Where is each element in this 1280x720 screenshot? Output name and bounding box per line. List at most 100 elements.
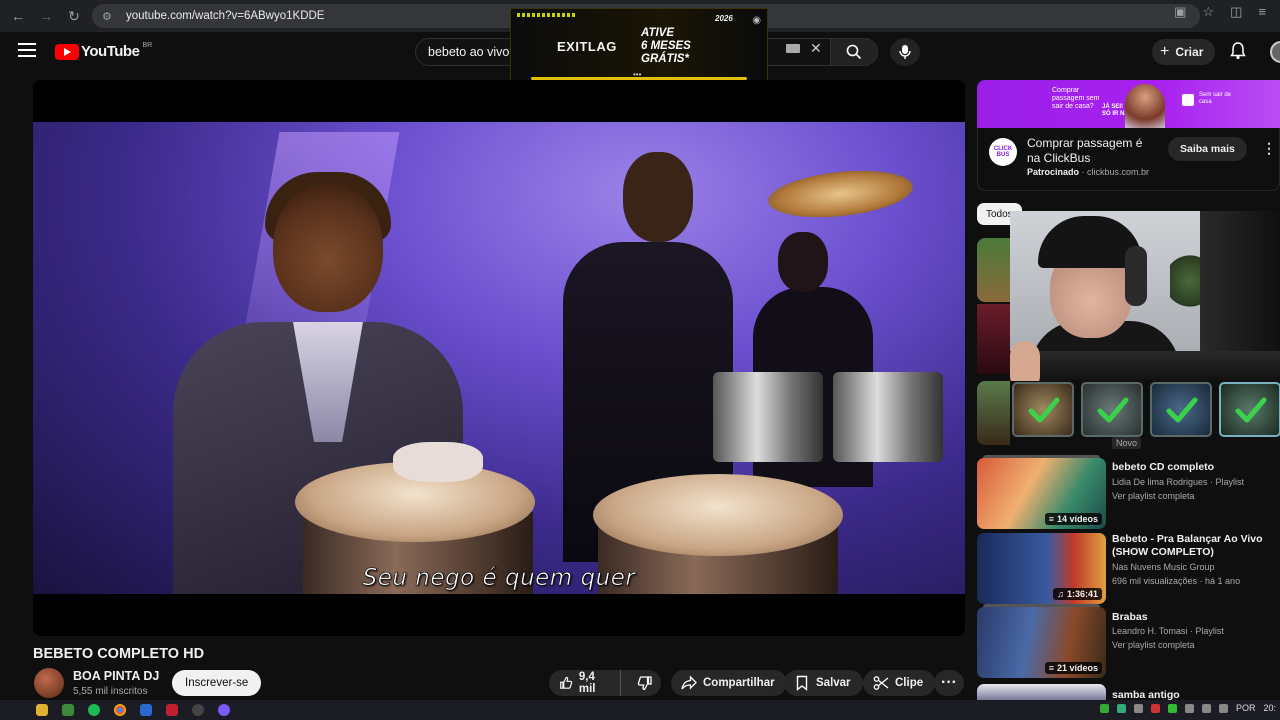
keyboard-icon[interactable] bbox=[786, 44, 800, 53]
notifications-button[interactable] bbox=[1230, 42, 1246, 65]
more-horizontal-icon: ··· bbox=[941, 674, 957, 691]
recommendation-thumbnail-partial[interactable] bbox=[977, 304, 1010, 374]
language-indicator[interactable]: POR bbox=[1236, 703, 1256, 713]
stream-checkmark-overlay bbox=[1012, 382, 1280, 437]
tray-icon[interactable] bbox=[1150, 703, 1160, 713]
video-player[interactable]: Seu nego é quem quer bbox=[33, 80, 965, 636]
badge-text: 1:36:41 bbox=[1066, 589, 1098, 599]
bell-icon bbox=[1230, 42, 1246, 60]
bookmark-star-icon[interactable]: ☆ bbox=[1202, 4, 1214, 20]
cymbal bbox=[766, 164, 915, 224]
file-explorer-icon[interactable] bbox=[36, 704, 48, 716]
like-button[interactable]: 9,4 mil bbox=[549, 670, 621, 696]
recommendation-stats: 696 mil visualizações · há 1 ano bbox=[1112, 576, 1241, 586]
spotify-icon[interactable] bbox=[88, 704, 100, 716]
sponsor-title[interactable]: Comprar passagem é na ClickBus bbox=[1027, 136, 1157, 166]
like-dislike-group: 9,4 mil bbox=[549, 670, 661, 696]
chip-label: Todos bbox=[986, 208, 1013, 220]
hand bbox=[393, 442, 483, 482]
chrome-icon[interactable] bbox=[114, 704, 126, 716]
forward-icon[interactable]: → bbox=[32, 2, 60, 30]
checkmark-icon bbox=[1166, 397, 1198, 423]
recommendation-title[interactable]: bebeto CD completo bbox=[1112, 461, 1272, 474]
install-app-icon[interactable]: ▣ bbox=[1174, 4, 1186, 20]
sponsor-card[interactable]: CLICK BUS Comprar passagem é na ClickBus… bbox=[977, 128, 1280, 191]
account-avatar[interactable] bbox=[1270, 41, 1280, 63]
recommendation-thumbnail[interactable] bbox=[977, 684, 1106, 700]
video-frame: Seu nego é quem quer bbox=[33, 122, 965, 594]
url-text: youtube.com/watch?v=6ABwyo1KDDE bbox=[126, 10, 325, 22]
recommendation-thumbnail[interactable]: ≡ 14 vídeos bbox=[977, 458, 1106, 529]
more-actions-button[interactable]: ··· bbox=[934, 670, 964, 696]
streamer-webcam-overlay bbox=[1010, 211, 1280, 381]
create-button[interactable]: + Criar bbox=[1152, 39, 1216, 65]
exitlag-ad-overlay[interactable]: 2026 ◉ EXITLAG ATIVE 6 MESES GRÁTIS* ••• bbox=[510, 8, 768, 81]
ad-settings-icon[interactable]: ◉ bbox=[752, 15, 761, 26]
badge-text: 14 vídeos bbox=[1056, 514, 1098, 524]
reading-list-icon[interactable]: ≡ bbox=[1258, 4, 1266, 20]
checkmark-tile bbox=[1150, 382, 1212, 437]
thumbs-down-icon bbox=[637, 676, 652, 691]
ad-offer-line3: GRÁTIS* bbox=[641, 53, 689, 65]
app-icon[interactable] bbox=[62, 704, 74, 716]
tray-icon[interactable] bbox=[1184, 703, 1194, 713]
save-label: Salvar bbox=[816, 677, 851, 689]
search-button[interactable] bbox=[830, 38, 878, 66]
learn-more-label: Saiba mais bbox=[1180, 143, 1235, 155]
volume-icon[interactable] bbox=[1218, 703, 1228, 713]
playlist-count-badge: ≡ 21 vídeos bbox=[1044, 662, 1102, 674]
site-settings-icon[interactable]: ⚙ bbox=[102, 10, 118, 23]
save-button[interactable]: Salvar bbox=[784, 670, 863, 696]
clip-button[interactable]: Clipe bbox=[863, 670, 936, 696]
recommendation-channel: Leandro H. Tomasi · Playlist bbox=[1112, 626, 1224, 636]
ad-year: 2026 bbox=[715, 14, 733, 23]
share-icon bbox=[681, 675, 697, 690]
share-button[interactable]: Compartilhar bbox=[671, 670, 787, 696]
plus-icon: + bbox=[1160, 43, 1170, 60]
recommendation-thumbnail[interactable]: ♫ 1:36:41 bbox=[977, 533, 1106, 604]
banner-model-image bbox=[1125, 84, 1165, 128]
reload-icon[interactable]: ↻ bbox=[60, 2, 88, 30]
view-playlist-link[interactable]: Ver playlist completa bbox=[1112, 490, 1195, 503]
subscribe-button[interactable]: Inscrever-se bbox=[172, 670, 262, 696]
obs-icon[interactable] bbox=[192, 704, 204, 716]
learn-more-button[interactable]: Saiba mais bbox=[1168, 137, 1247, 161]
dislike-button[interactable] bbox=[627, 670, 661, 696]
tray-icon[interactable] bbox=[1133, 703, 1143, 713]
channel-name[interactable]: BOA PINTA DJ bbox=[73, 669, 159, 683]
clear-search-icon[interactable]: ✕ bbox=[810, 40, 822, 57]
recommendation-title[interactable]: Brabas bbox=[1112, 611, 1272, 624]
clock[interactable]: 20: bbox=[1263, 703, 1276, 713]
recommendation-channel: Lidia De lima Rodrigues · Playlist bbox=[1112, 477, 1245, 487]
channel-avatar[interactable] bbox=[34, 668, 64, 698]
search-icon bbox=[846, 44, 862, 60]
scissors-icon bbox=[873, 676, 889, 690]
menu-icon[interactable] bbox=[18, 43, 36, 57]
tray-icon[interactable] bbox=[1116, 703, 1126, 713]
ad-brand: EXITLAG bbox=[557, 39, 617, 54]
ad-offer-line1: ATIVE bbox=[641, 27, 675, 39]
subscriber-count: 5,55 mil inscritos bbox=[73, 686, 148, 697]
sponsor-banner-image[interactable]: Comprar passagem sem sair de casa? JÁ SE… bbox=[977, 80, 1280, 128]
app-icon[interactable] bbox=[166, 704, 178, 716]
recommendation-thumbnail-partial[interactable] bbox=[977, 381, 1010, 445]
app-icon[interactable] bbox=[140, 704, 152, 716]
back-icon[interactable]: ← bbox=[4, 2, 32, 30]
recommendation-thumbnail-partial[interactable] bbox=[977, 238, 1010, 302]
recommendation-thumbnail[interactable]: ≡ 21 vídeos bbox=[977, 607, 1106, 678]
youtube-logo[interactable]: YouTube BR bbox=[55, 42, 152, 60]
discord-icon[interactable] bbox=[218, 704, 230, 716]
sponsored-label: Patrocinado bbox=[1027, 167, 1080, 177]
view-playlist-link[interactable]: Ver playlist completa bbox=[1112, 639, 1195, 652]
duration-badge: ♫ 1:36:41 bbox=[1053, 588, 1102, 600]
create-label: Criar bbox=[1175, 45, 1204, 59]
tray-icon[interactable] bbox=[1099, 703, 1109, 713]
logo-text: YouTube bbox=[81, 43, 140, 60]
checkmark-tile bbox=[1012, 382, 1074, 437]
extensions-icon[interactable]: ◫ bbox=[1230, 4, 1242, 20]
voice-search-button[interactable] bbox=[890, 38, 920, 66]
sponsor-menu-icon[interactable]: ⋮ bbox=[1262, 140, 1276, 157]
tray-icon[interactable] bbox=[1167, 703, 1177, 713]
recommendation-title[interactable]: Bebeto - Pra Balançar Ao Vivo (SHOW COMP… bbox=[1112, 533, 1272, 559]
network-icon[interactable] bbox=[1201, 703, 1211, 713]
